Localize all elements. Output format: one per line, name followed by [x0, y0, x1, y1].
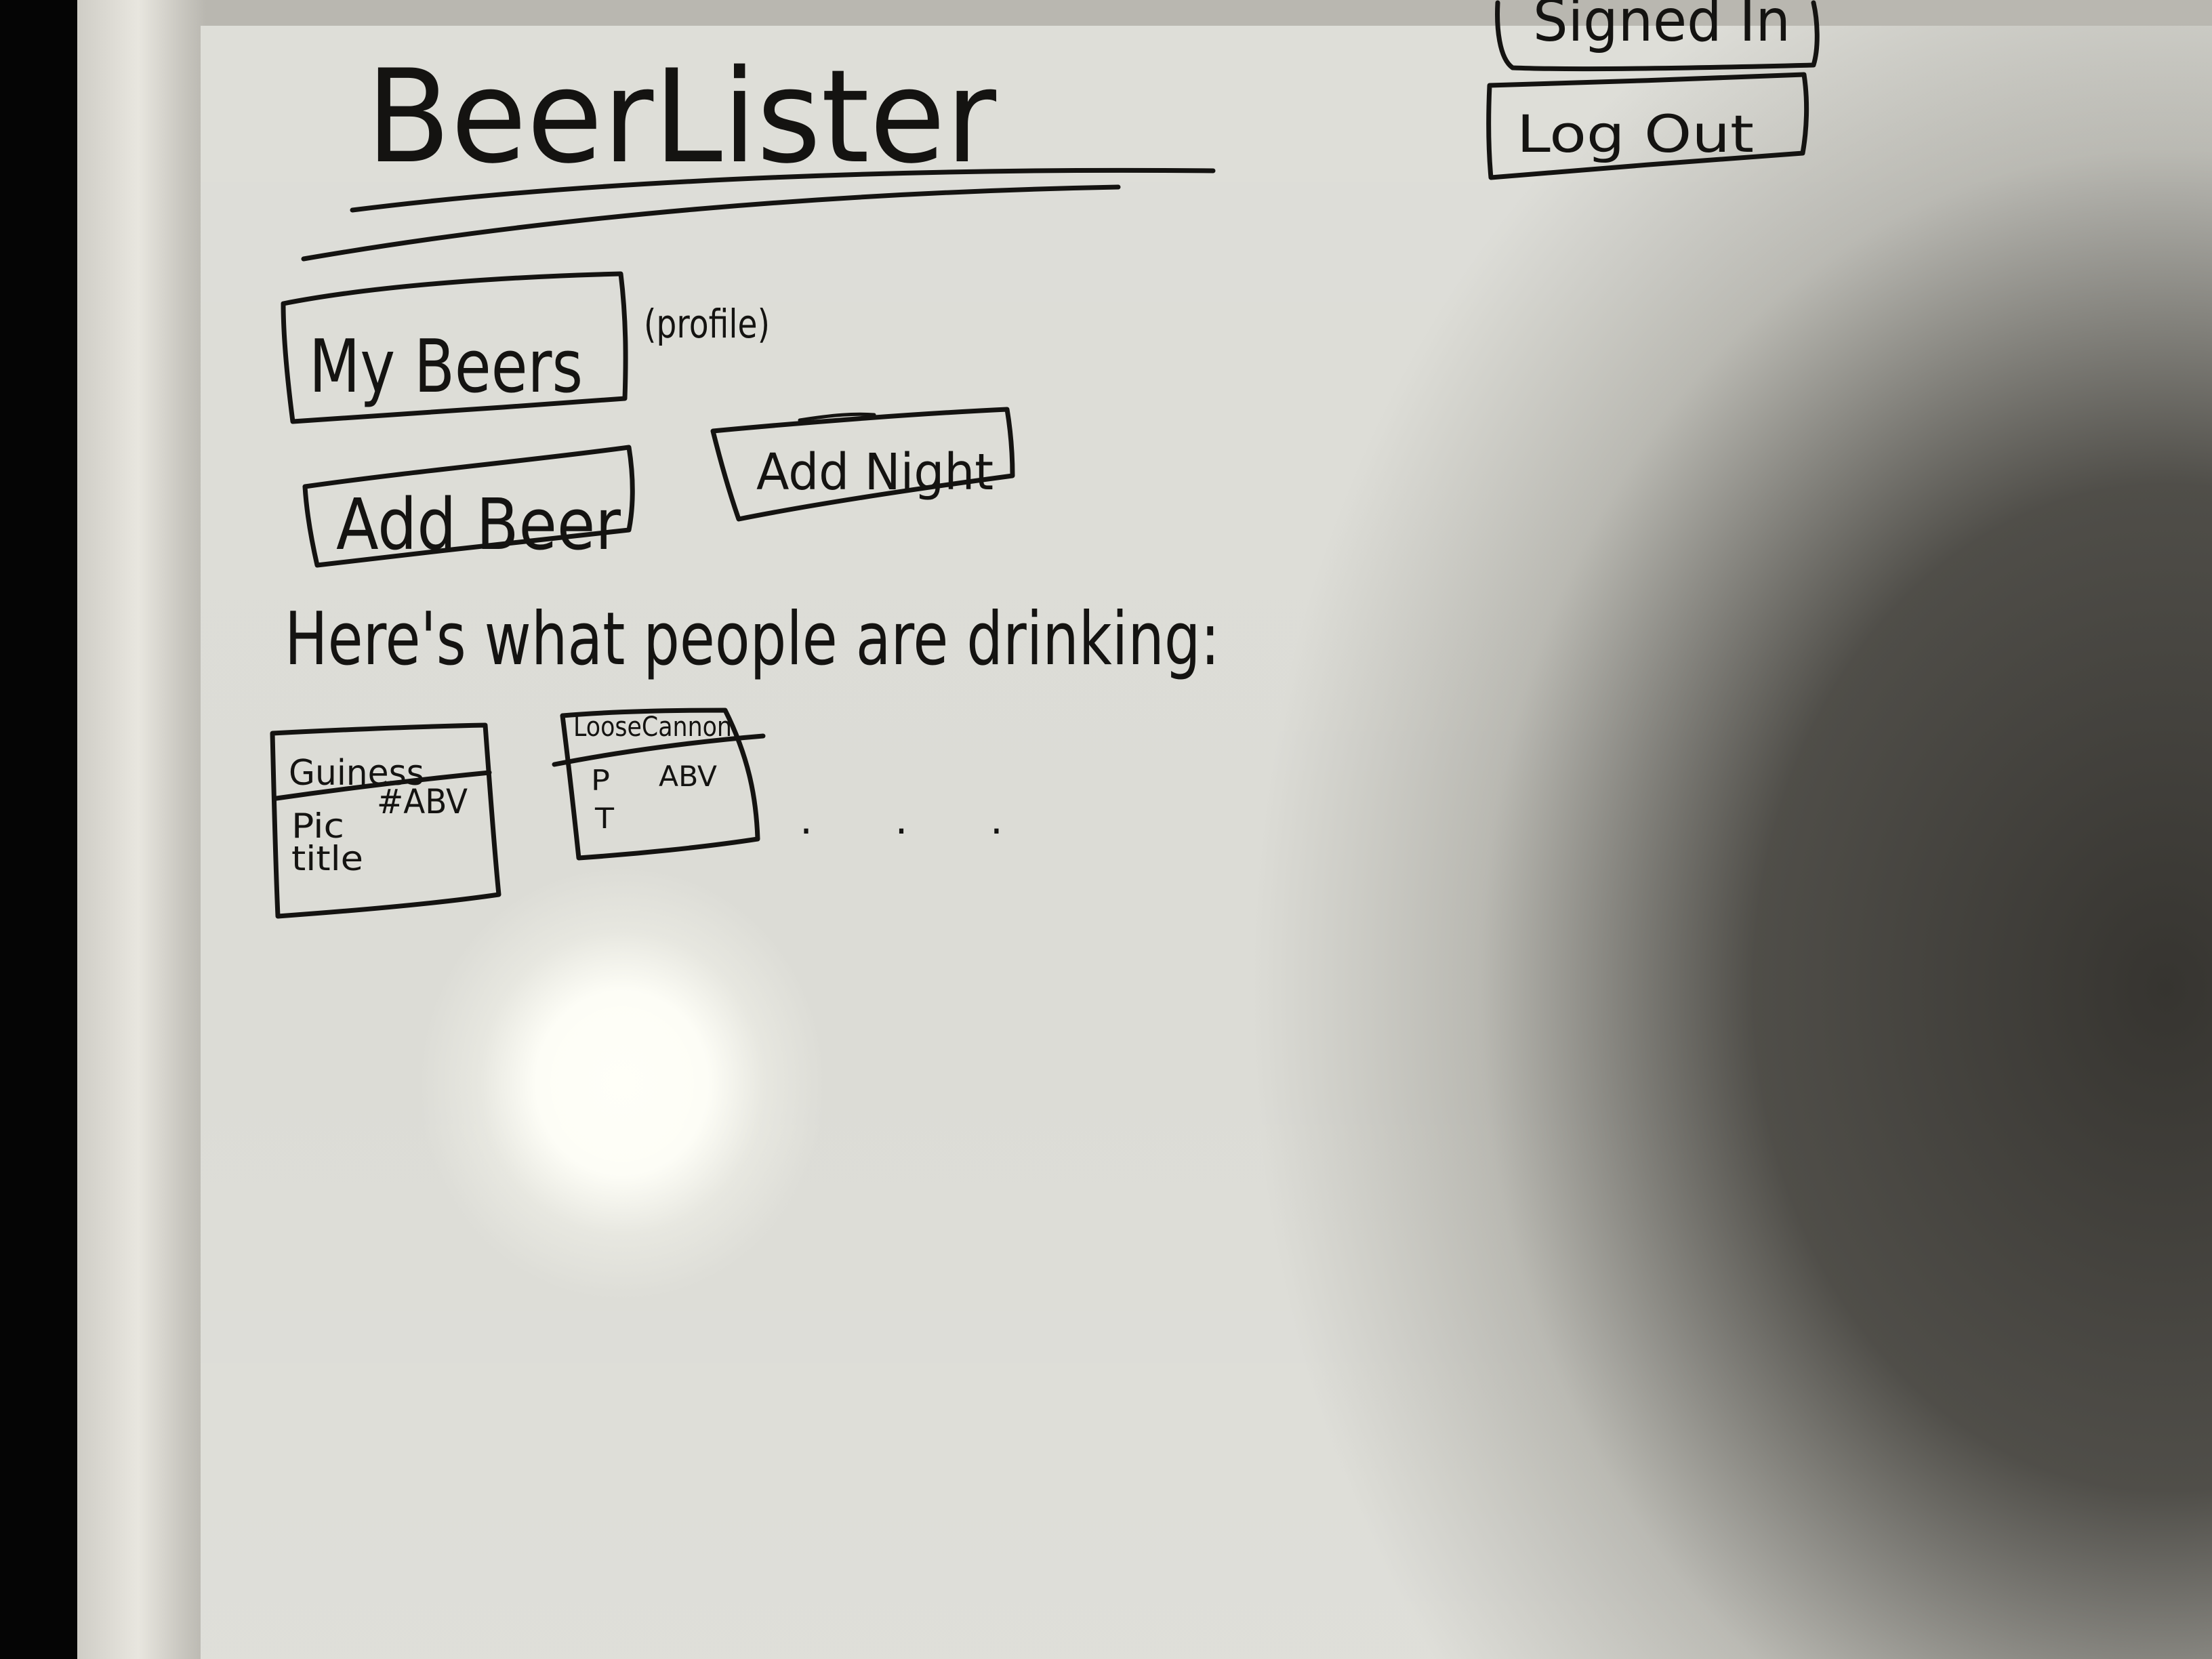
beer-card-name: LooseCannon: [573, 712, 732, 743]
my-beers-button[interactable]: My Beers: [281, 271, 628, 424]
logout-button[interactable]: Log Out: [1486, 72, 1809, 180]
feed-heading: Here's what people are drinking:: [285, 597, 1220, 682]
add-beer-button[interactable]: Add Beer: [302, 445, 635, 568]
add-night-label: Add Night: [756, 443, 994, 501]
beer-card-title: title: [291, 839, 363, 878]
signed-in-text: Signed In: [1533, 0, 1790, 55]
beer-card[interactable]: Guiness Pic #ABV title: [270, 722, 501, 919]
logout-label: Log Out: [1517, 104, 1754, 164]
app-title: BeerLister: [301, 42, 1216, 262]
my-beers-label: My Beers: [309, 325, 583, 409]
app-title-text: BeerLister: [366, 42, 997, 192]
beer-card-abv: ABV: [659, 760, 717, 793]
beer-card[interactable]: LooseCannon P T ABV: [552, 708, 766, 861]
sketch-layer: BeerLister Signed In Log Out My Beers (p…: [270, 0, 1820, 919]
beer-card-abv: #ABV: [377, 782, 468, 821]
signed-in-indicator: Signed In: [1495, 0, 1820, 72]
add-beer-label: Add Beer: [336, 483, 621, 566]
add-night-button[interactable]: Add Night: [710, 407, 1015, 522]
my-beers-note: (profile): [644, 301, 770, 347]
more-indicator: . . .: [800, 796, 1003, 844]
beer-card-pic: P: [591, 764, 610, 797]
beer-card-title: T: [594, 802, 614, 835]
